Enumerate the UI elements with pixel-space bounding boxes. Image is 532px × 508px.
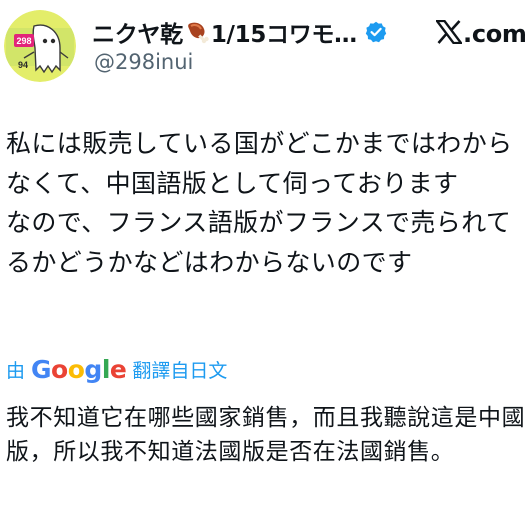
translation-by-label: 由 — [6, 359, 26, 382]
author-avatar[interactable]: 298 94 — [4, 10, 76, 82]
google-logo: Google — [31, 354, 127, 384]
tweet-text: 私には販売している国がどこかまではわからなくて、中国語版として伺っております な… — [6, 129, 513, 277]
google-letter: l — [101, 354, 111, 384]
google-letter: e — [109, 354, 127, 384]
translation-attribution[interactable]: 由 Google 翻譯自日文 — [6, 354, 227, 384]
author-name-row[interactable]: ニクヤ乾 1/15コワモ… — [92, 13, 387, 51]
avatar-label: 298 — [16, 36, 31, 46]
translated-text: 我不知道它在哪些國家銷售，而且我聽說這是中國版，所以我不知道法國版是否在法國銷售… — [6, 405, 526, 465]
author-display-name[interactable]: ニクヤ乾 — [92, 15, 183, 49]
meat-on-bone-icon — [185, 20, 209, 44]
x-site-logo[interactable]: .com — [434, 14, 527, 54]
x-domain-text: .com — [463, 20, 527, 48]
google-letter: g — [84, 354, 102, 384]
x-logo-icon — [434, 19, 464, 48]
google-letter: G — [31, 354, 52, 384]
avatar-label-2: 94 — [18, 60, 28, 70]
translated-from-label[interactable]: 翻譯自日文 — [132, 356, 227, 383]
ghost-avatar-icon: 298 94 — [4, 10, 76, 82]
author-handle[interactable]: @298inui — [94, 50, 193, 74]
google-letter: o — [51, 354, 68, 384]
google-letter: o — [67, 354, 85, 384]
author-name-suffix[interactable]: 1/15コワモ… — [211, 15, 357, 49]
verified-badge-icon — [365, 21, 387, 43]
